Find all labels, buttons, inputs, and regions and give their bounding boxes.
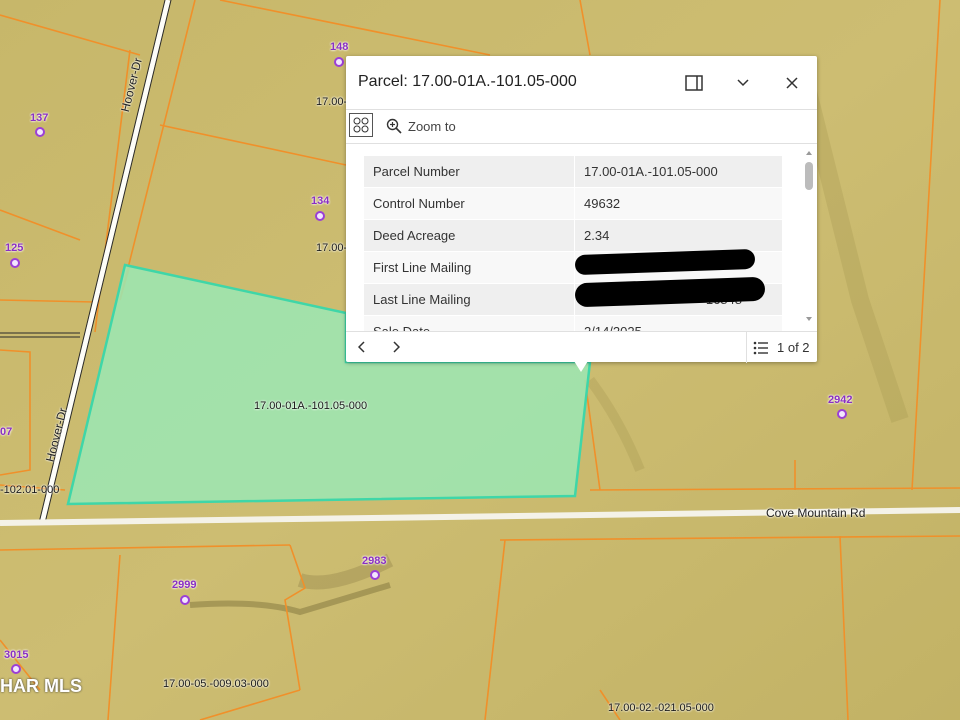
next-feature-button[interactable] (386, 337, 406, 357)
attribute-key: Last Line Mailing (364, 283, 575, 316)
popup-scrollbar[interactable] (804, 148, 814, 328)
table-row: Control Number 49632 (364, 187, 782, 220)
table-row: Parcel Number 17.00-01A.-101.05-000 (364, 156, 782, 188)
scrollbar-thumb[interactable] (805, 162, 813, 190)
address-label: 148 (330, 41, 349, 53)
popup-title: Parcel: 17.00-01A.-101.05-000 (358, 73, 577, 90)
address-label: 137 (30, 112, 49, 124)
attribute-value: 2.34 (574, 219, 782, 252)
attribute-key: Deed Acreage (364, 219, 575, 252)
popup-toolbar: Zoom to (346, 110, 817, 144)
scroll-down-icon[interactable] (804, 314, 814, 324)
parcel-label: 17.00-02.-021.05-000 (608, 702, 714, 714)
address-label: 134 (311, 195, 330, 207)
address-point-icon[interactable] (180, 595, 190, 605)
address-point-icon[interactable] (315, 211, 325, 221)
pager-label: 1 of 2 (777, 340, 810, 355)
parcel-label: 17.00- (316, 242, 348, 254)
address-label: 2942 (828, 394, 853, 406)
parcel-label: -102.01-000 (0, 484, 60, 496)
close-icon[interactable] (780, 71, 804, 95)
address-label: 2999 (172, 579, 197, 591)
popup-footer: 1 of 2 (346, 331, 817, 363)
address-point-icon[interactable] (334, 57, 344, 67)
zoom-in-icon (386, 118, 402, 134)
watermark: HAR MLS (0, 676, 82, 696)
chevron-right-icon (393, 341, 400, 353)
chevron-down-icon[interactable] (731, 71, 755, 95)
four-circles-icon[interactable] (349, 113, 373, 137)
chevron-left-icon (358, 341, 365, 353)
parcel-label-selected: 17.00-01A.-101.05-000 (254, 400, 368, 412)
scroll-up-icon[interactable] (804, 148, 814, 158)
attribute-value: 49632 (574, 187, 782, 220)
address-label: 2983 (362, 555, 387, 567)
address-label: 07 (0, 426, 13, 438)
attribute-value: 17.00-01A.-101.05-000 (574, 156, 782, 188)
table-row: Sale Date 2/14/2025 (364, 315, 782, 331)
attribute-table-container[interactable]: Parcel Number 17.00-01A.-101.05-000 Cont… (364, 156, 782, 331)
attribute-value: 2/14/2025 (574, 315, 782, 331)
address-label: 125 (5, 242, 24, 254)
dock-icon[interactable] (682, 71, 706, 95)
attribute-table: Parcel Number 17.00-01A.-101.05-000 Cont… (364, 156, 782, 331)
attribute-key: Sale Date (364, 315, 575, 331)
popup-pointer (574, 361, 588, 372)
parcel-label: 17.00- (316, 96, 348, 108)
attribute-key: Parcel Number (364, 156, 575, 188)
address-point-icon[interactable] (370, 570, 380, 580)
address-label: 3015 (4, 649, 29, 661)
parcel-label: 17.00-05.-009.03-000 (163, 678, 269, 690)
table-row: Deed Acreage 2.34 (364, 219, 782, 252)
popup-header: Parcel: 17.00-01A.-101.05-000 (346, 56, 817, 110)
attribute-key: Control Number (364, 187, 575, 220)
previous-feature-button[interactable] (352, 337, 372, 357)
address-point-icon[interactable] (35, 127, 45, 137)
zoom-to-button[interactable]: Zoom to (386, 115, 456, 137)
list-icon (753, 341, 768, 354)
zoom-to-label: Zoom to (408, 118, 456, 134)
address-point-icon[interactable] (837, 409, 847, 419)
attribute-key: First Line Mailing (364, 251, 575, 284)
road-label: Cove Mountain Rd (766, 506, 866, 520)
address-point-icon[interactable] (11, 664, 21, 674)
parcel-popup[interactable]: Parcel: 17.00-01A.-101.05-000 Zoom to Pa… (346, 56, 817, 372)
address-point-icon[interactable] (10, 258, 20, 268)
feature-pager[interactable]: 1 of 2 (746, 332, 810, 363)
